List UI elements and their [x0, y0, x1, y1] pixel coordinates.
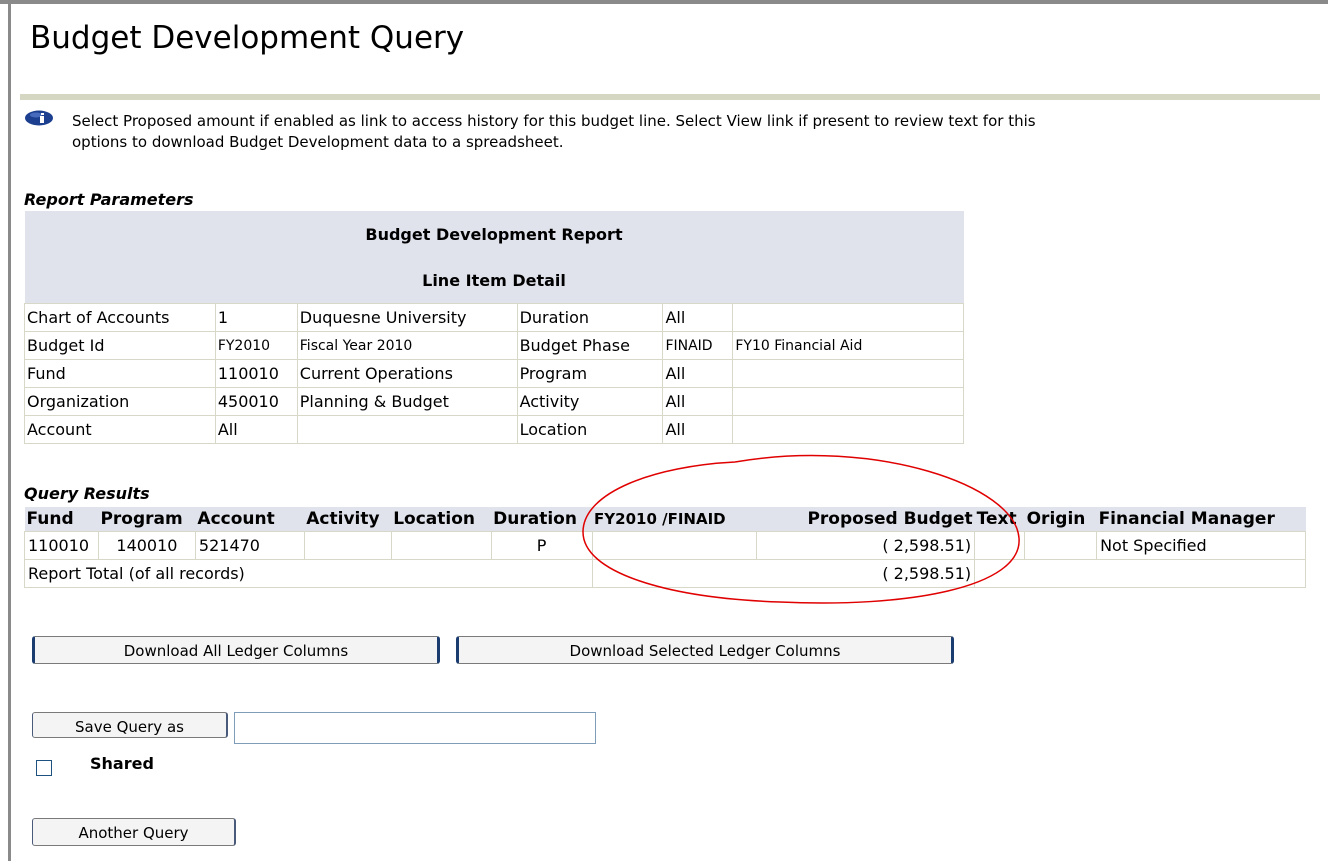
col-header-fund: Fund — [24, 507, 99, 532]
param-code: 450010 — [214, 387, 298, 416]
col-header-proposed-budget: Proposed Budget — [756, 507, 975, 532]
param-label: Activity — [516, 387, 664, 416]
title-divider — [20, 94, 1320, 100]
another-query-button[interactable]: Another Query — [32, 818, 236, 846]
total-value: ( 2,598.51) — [591, 559, 976, 588]
param-description — [732, 303, 964, 332]
page-title: Budget Development Query — [30, 20, 465, 56]
download-all-ledger-columns-button[interactable]: Download All Ledger Columns — [32, 636, 440, 664]
param-row: Organization 450010 Planning & Budget Ac… — [24, 387, 964, 416]
save-query-as-button[interactable]: Save Query as — [32, 712, 228, 738]
results-header-row: Fund Program Account Activity Location D… — [24, 507, 1306, 532]
shared-label: Shared — [90, 754, 154, 773]
cell-duration: P — [490, 531, 593, 560]
param-code: 1 — [214, 303, 298, 332]
report-title: Budget Development Report — [24, 211, 964, 257]
param-description: Planning & Budget — [296, 387, 518, 416]
save-query-name-input[interactable] — [234, 712, 596, 744]
param-row: Fund 110010 Current Operations Program A… — [24, 359, 964, 388]
col-header-account: Account — [195, 507, 305, 532]
cell-activity — [303, 531, 392, 560]
info-line-1: Select Proposed amount if enabled as lin… — [72, 112, 1036, 130]
param-code: All — [662, 415, 734, 444]
cell-text — [974, 531, 1026, 560]
param-description — [732, 387, 964, 416]
info-message: Select Proposed amount if enabled as lin… — [72, 111, 1328, 153]
param-code: FINAID — [662, 331, 734, 360]
param-label: Account — [24, 415, 216, 444]
shared-checkbox[interactable] — [36, 760, 52, 776]
param-code: All — [662, 387, 734, 416]
report-parameters-table: Budget Development Report Line Item Deta… — [24, 211, 964, 444]
cell-financial-manager: Not Specified — [1096, 531, 1306, 560]
param-description: Current Operations — [296, 359, 518, 388]
cell-fund: 110010 — [24, 531, 99, 560]
query-results-label: Query Results — [24, 484, 150, 503]
cell-proposed-budget[interactable]: ( 2,598.51) — [756, 531, 976, 560]
cell-origin — [1024, 531, 1098, 560]
param-description — [296, 415, 518, 444]
param-row: Account All Location All — [24, 415, 964, 444]
col-header-fy-finaid: FY2010 /FINAID — [592, 507, 757, 532]
window-top-border — [0, 0, 1328, 4]
query-results-table: Fund Program Account Activity Location D… — [24, 507, 1306, 588]
param-label: Program — [516, 359, 664, 388]
total-label: Report Total (of all records) — [24, 559, 593, 588]
param-label: Duration — [516, 303, 664, 332]
total-filler — [974, 559, 1306, 588]
cell-account: 521470 — [194, 531, 305, 560]
param-label: Chart of Accounts — [24, 303, 216, 332]
param-label: Fund — [24, 359, 216, 388]
col-header-text: Text — [974, 507, 1025, 532]
param-code: 110010 — [214, 359, 298, 388]
cell-program: 140010 — [97, 531, 196, 560]
param-description: Fiscal Year 2010 — [296, 331, 518, 360]
param-code: All — [662, 359, 734, 388]
col-header-activity: Activity — [304, 507, 392, 532]
report-parameters-label: Report Parameters — [24, 190, 194, 209]
param-description — [732, 415, 964, 444]
param-code: All — [214, 415, 298, 444]
window-left-border — [8, 4, 11, 861]
download-selected-ledger-columns-button[interactable]: Download Selected Ledger Columns — [456, 636, 954, 664]
col-header-program: Program — [98, 507, 196, 532]
total-row: Report Total (of all records) ( 2,598.51… — [24, 559, 1306, 588]
param-code: FY2010 — [214, 331, 298, 360]
param-description: Duquesne University — [296, 303, 518, 332]
param-code: All — [662, 303, 734, 332]
param-label: Organization — [24, 387, 216, 416]
report-subtitle: Line Item Detail — [24, 257, 964, 304]
table-row: 110010 140010 521470 P ( 2,598.51) Not S… — [24, 531, 1306, 560]
param-description: FY10 Financial Aid — [732, 331, 964, 360]
param-description — [732, 359, 964, 388]
col-header-financial-manager: Financial Manager — [1096, 507, 1306, 532]
param-label: Budget Id — [24, 331, 216, 360]
col-header-origin: Origin — [1024, 507, 1097, 532]
cell-location — [390, 531, 492, 560]
cell-fy-finaid — [591, 531, 758, 560]
param-row: Chart of Accounts 1 Duquesne University … — [24, 303, 964, 332]
col-header-location: Location — [391, 507, 492, 532]
param-row: Budget Id FY2010 Fiscal Year 2010 Budget… — [24, 331, 964, 360]
info-icon — [25, 110, 53, 126]
info-line-2: options to download Budget Development d… — [72, 133, 564, 151]
param-label: Budget Phase — [516, 331, 664, 360]
col-header-duration: Duration — [491, 507, 593, 532]
param-label: Location — [516, 415, 664, 444]
